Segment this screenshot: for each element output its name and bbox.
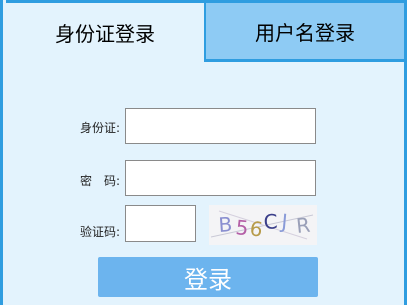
login-panel: 身份证登录 用户名登录 身份证: 密 码: 验证码: B56CJR 登录 [0,0,407,305]
login-tabs: 身份证登录 用户名登录 [3,0,407,62]
captcha-label: 验证码: [79,225,120,239]
id-card-input[interactable] [125,108,316,144]
captcha-char: B [218,212,233,237]
login-button[interactable]: 登录 [98,257,318,297]
tab-id-card-login[interactable]: 身份证登录 [6,0,204,62]
captcha-char: 5 [234,215,249,240]
captcha-input[interactable] [125,205,196,242]
password-label: 密 码: [79,174,120,188]
captcha-char: J [279,209,289,234]
captcha-char: C [263,209,278,234]
tab-id-card-login-label: 身份证登录 [55,22,155,46]
captcha-char: R [295,213,311,238]
captcha-graphic: B 56C J R [210,209,314,242]
captcha-image[interactable]: B56CJR [209,205,317,245]
id-card-label: 身份证: [79,121,120,135]
password-input[interactable] [125,160,316,196]
tab-username-login-label: 用户名登录 [255,20,355,45]
captcha-char: 6 [248,216,264,242]
tab-username-login[interactable]: 用户名登录 [204,0,407,62]
